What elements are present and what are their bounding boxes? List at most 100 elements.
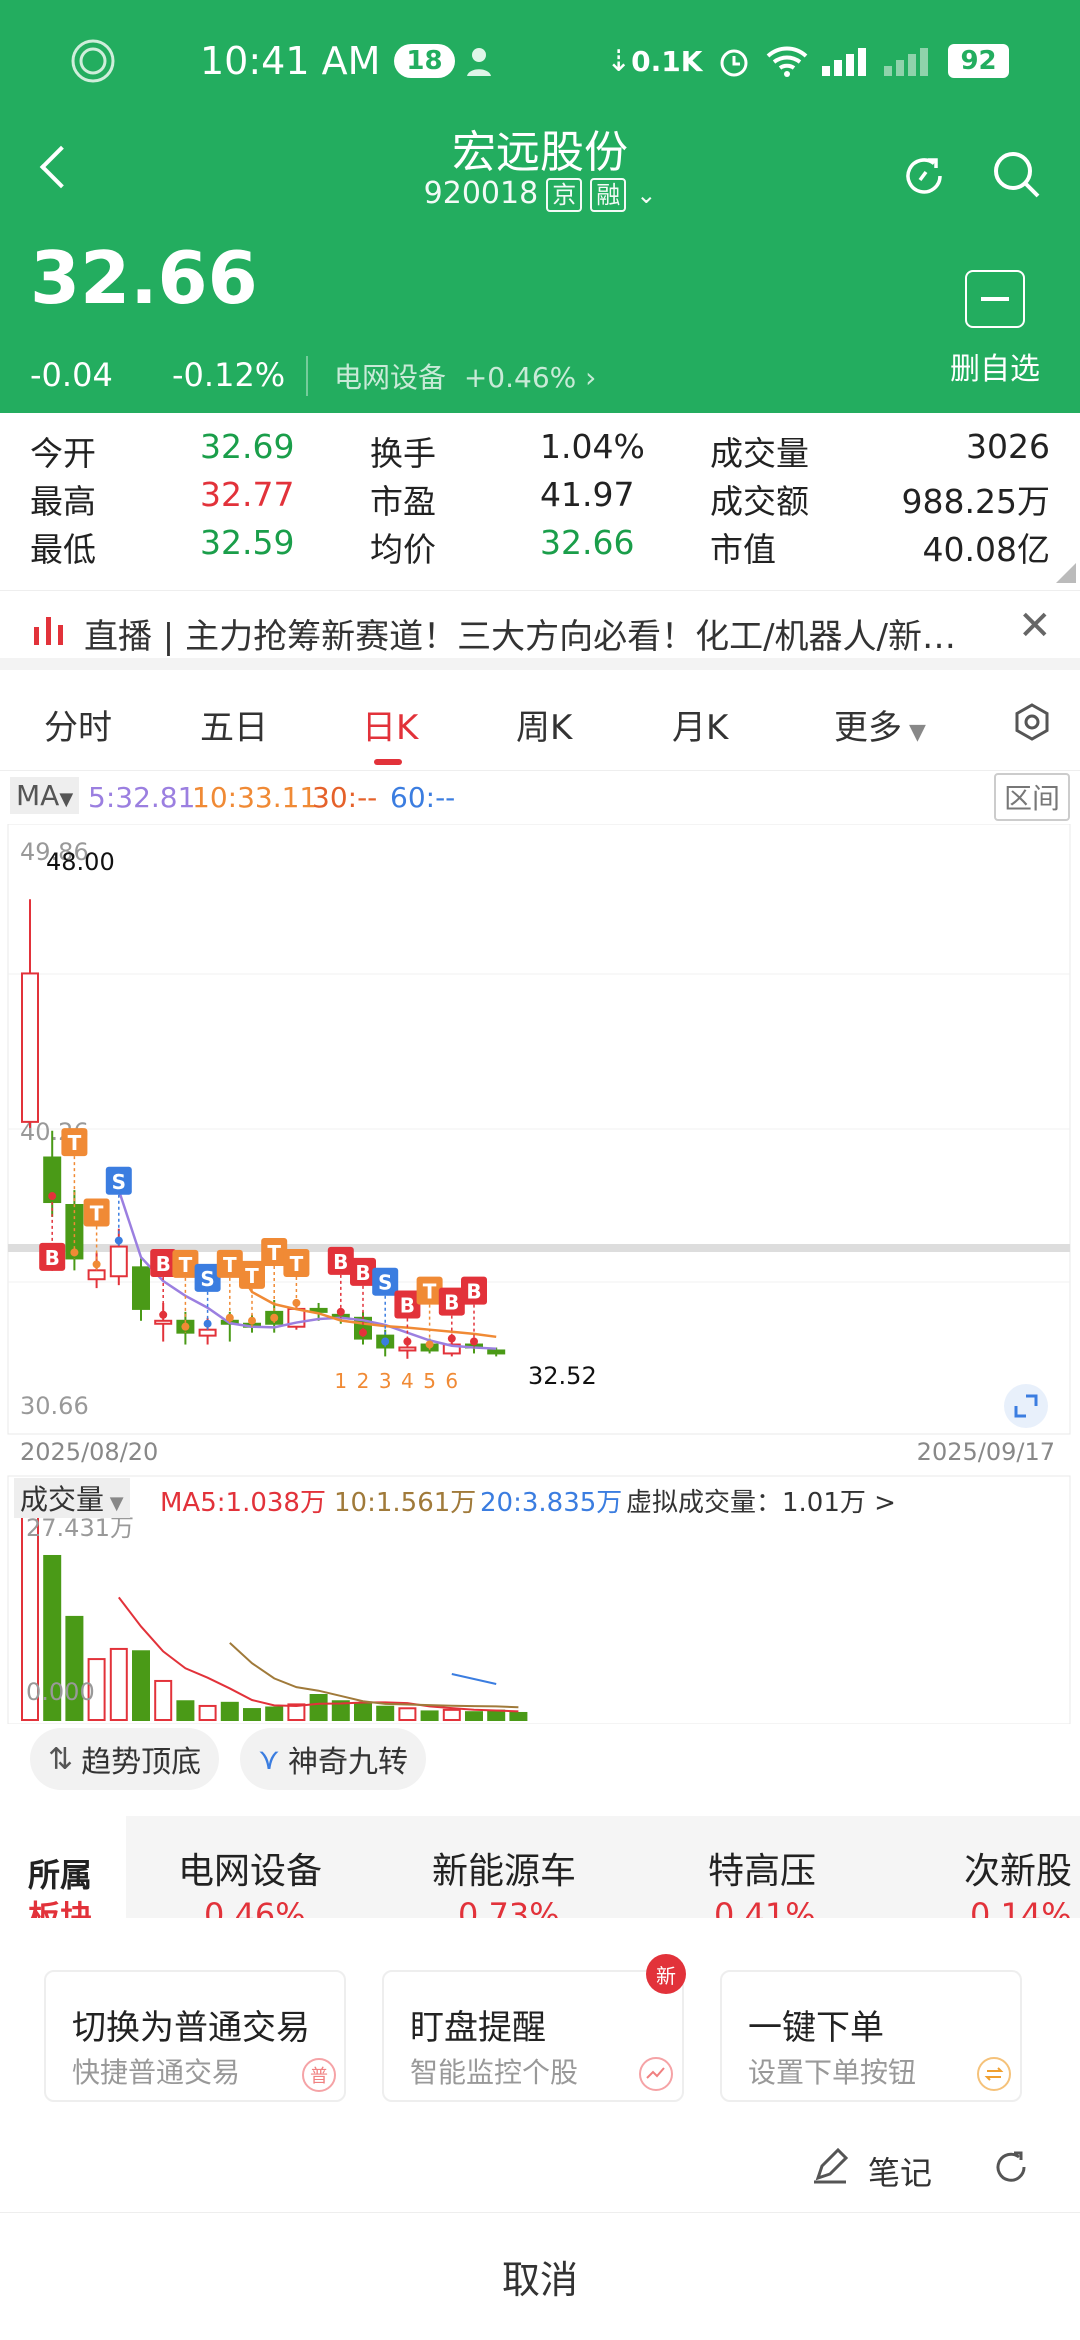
volume-bar [265,1706,284,1722]
virtual-volume[interactable]: 虚拟成交量：1.01万 > [626,1482,896,1519]
stock-code: 920018 [423,176,539,211]
caret-down-icon: ▼ [104,1493,124,1514]
signal-icon [822,48,867,76]
marker-dot [225,1313,234,1322]
trend-indicator-label: 趋势顶底 [81,1745,202,1780]
nine-turn-chip[interactable]: ⋎ 神奇九转 [240,1728,426,1790]
volume-selector[interactable]: 成交量 ▼ [14,1478,130,1518]
candle-body [198,1328,217,1337]
wave-number-label: 4 [401,1369,414,1393]
marker-t-label: T [245,1264,259,1288]
marker-dot [114,1236,123,1245]
sector-item-ev[interactable]: 新能源车 [432,1842,576,1894]
volume-bar [509,1711,528,1722]
marker-b-label: B [444,1291,459,1315]
expand-corner-icon[interactable] [1056,563,1076,583]
candle-body [154,1319,173,1325]
margin-tag: 融 [590,178,627,212]
volume-ma20-line [451,1673,497,1685]
marker-t-label: T [90,1202,104,1226]
tab-more-label: 更多 [834,708,902,748]
remove-watchlist-label[interactable]: 删自选 [950,344,1040,388]
kline-chart-svg[interactable]: 49.86 40.26 30.66 2025/08/20 2025/09/17 … [0,823,1080,1725]
wifi-icon [767,46,808,77]
news-banner[interactable]: 直播 | 主力抢筹新赛道！三大方向必看！化工/机器人/新… ✕ [0,590,1080,670]
tab-daily-k[interactable]: 日K [362,700,418,749]
tab-five-day[interactable]: 五日 [200,700,268,749]
market-cap-label: 市值 [710,530,776,569]
marker-dot [270,1313,279,1322]
marker-dot [381,1337,390,1346]
card3-title: 一键下单 [748,2008,884,2048]
volume-bottom-label: 0.000 [26,1678,95,1706]
search-icon[interactable] [990,148,1044,202]
status-time: 10:41 AM [200,39,381,83]
sector-item-uhv[interactable]: 特高压 [708,1842,816,1894]
normal-trade-icon: 普 [302,2058,336,2092]
pencil-icon[interactable] [810,2146,850,2186]
kline-chart[interactable]: 49.86 40.26 30.66 2025/08/20 2025/09/17 … [0,823,1080,1725]
ma60-value: 60:-- [390,781,456,814]
signal-icon-2 [884,48,929,76]
ma-selector[interactable]: MA▼ [10,777,80,814]
high-price-label: 48.00 [46,848,115,876]
range-button[interactable]: 区间 [994,773,1071,821]
marker-b-label: B [45,1246,60,1270]
candle-body [87,1269,106,1281]
period-tabs: 分时 五日 日K 周K 月K 更多 ▼ [0,680,1080,770]
sector-strip: 所属 板块 电网设备 0.46% 新能源车 0.73% 特高压 0.41% 次新… [0,1816,1080,1918]
candle-body [132,1266,150,1310]
switch-normal-trade-card[interactable]: 切换为普通交易 快捷普通交易 普 [44,1970,346,2102]
settings-icon[interactable] [1012,702,1052,742]
action-sheet: 切换为普通交易 快捷普通交易 普 盯盘提醒 智能监控个股 新 一键下单 设置下单… [0,1918,1080,2340]
high-label: 最高 [30,482,96,521]
recording-icon [71,39,115,83]
watch-alert-card[interactable]: 盯盘提醒 智能监控个股 新 [382,1954,686,2102]
candle-body [21,972,39,1123]
tab-monthly-k[interactable]: 月K [672,700,728,749]
tab-intraday[interactable]: 分时 [44,700,112,749]
sector-label-2: 板块 [28,1898,93,1918]
cancel-button[interactable]: 取消 [0,2212,1080,2340]
date-start-label: 2025/08/20 [20,1438,158,1466]
volume-bar [154,1679,173,1722]
sector-item-grid[interactable]: 电网设备 [178,1842,322,1894]
one-click-order-card[interactable]: 一键下单 设置下单按钮 [720,1970,1022,2102]
refresh-icon[interactable] [990,2146,1032,2188]
caret-down-icon: ▼ [902,720,926,745]
status-bar-right: ⇣ 0.1K 92 [606,36,1009,86]
zoom-button[interactable] [1004,1384,1048,1428]
ma10-value: 10:33.11 [192,781,318,814]
volume-bar [132,1650,150,1722]
sector-label-box: 所属 板块 [0,1816,126,1918]
pe-value: 41.97 [540,475,635,514]
marker-dot [181,1322,190,1331]
remove-watchlist-button[interactable] [965,270,1025,328]
note-button[interactable]: 笔记 [868,2148,932,2194]
marker-t-label: T [267,1241,281,1265]
volume-value: 3026 [966,427,1050,466]
tab-weekly-k[interactable]: 周K [516,700,572,749]
y-min-label: 30.66 [20,1392,89,1420]
marker-dot [470,1337,478,1346]
low-label: 最低 [30,530,96,569]
volume-bar [487,1709,506,1722]
open-value: 32.69 [200,427,295,466]
marker-dot [159,1310,168,1319]
marker-t-label: T [68,1131,82,1155]
trend-indicator-chip[interactable]: ⇅ 趋势顶底 [30,1728,220,1790]
turnover-label: 换手 [370,434,436,473]
refresh-icon[interactable] [898,150,950,202]
marker-dot [292,1298,301,1307]
close-icon[interactable]: ✕ [1018,603,1052,649]
volume-bar [220,1701,239,1721]
avg-value: 32.66 [540,523,635,562]
sector-link[interactable]: 电网设备 +0.46% › [306,356,596,396]
low-price-label: 32.52 [528,1362,597,1390]
wave-number-label: 1 [334,1369,347,1393]
tab-more[interactable]: 更多 ▼ [834,700,926,749]
sector-name: 电网设备 [334,361,447,394]
date-end-label: 2025/09/17 [917,1438,1055,1466]
sector-item-new[interactable]: 次新股 [964,1842,1072,1894]
pe-label: 市盈 [370,482,436,521]
